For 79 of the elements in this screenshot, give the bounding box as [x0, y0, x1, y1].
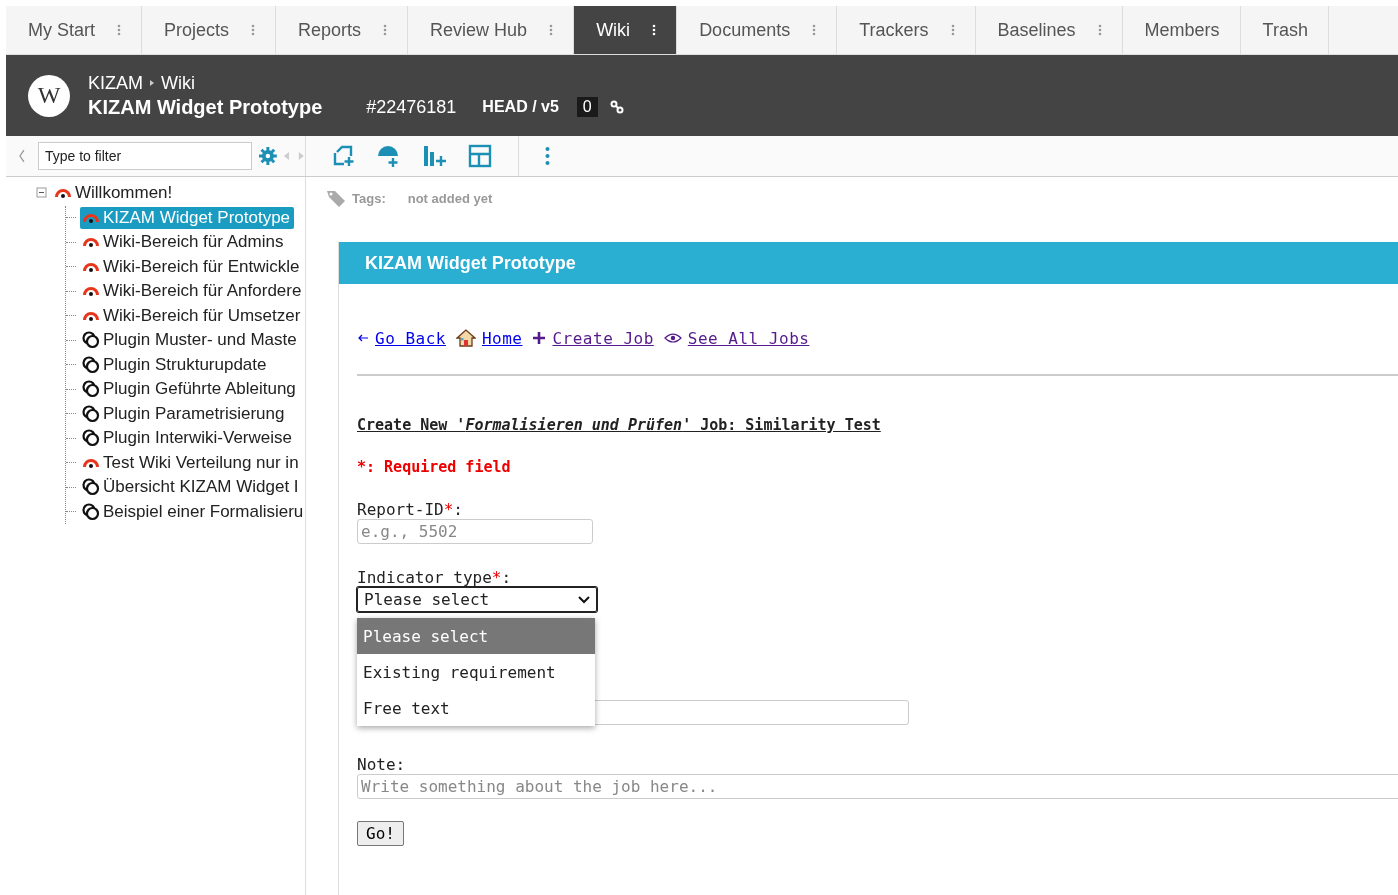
count-badge: 0: [576, 97, 598, 117]
nav-link[interactable]: Home: [455, 328, 523, 348]
wiki-icon: [82, 456, 100, 469]
nav-tab[interactable]: Wiki: [574, 6, 678, 54]
tree-item[interactable]: Plugin Muster- und Maste: [80, 329, 301, 352]
item-id: #22476181: [366, 96, 457, 118]
tags-label: Tags:: [352, 190, 386, 206]
dropdown-option[interactable]: Please select: [357, 618, 595, 654]
tags-value: not added yet: [407, 190, 493, 206]
form-heading: Create New 'Formalisieren und Prüfen' Job: Similarity Test: [357, 416, 882, 434]
field-label: Report-ID*:: [357, 500, 463, 519]
nav-link[interactable]: Create Job: [532, 328, 654, 348]
eye-icon: [663, 332, 682, 344]
plugin-icon: [82, 404, 100, 423]
tree-item[interactable]: Plugin Interwiki-Verweise: [80, 427, 296, 450]
wiki-icon: [82, 285, 100, 298]
plugin-icon: [82, 502, 100, 521]
wiki-logo: W: [28, 74, 70, 117]
wiki-icon: [82, 260, 100, 273]
required-note: *: Required field: [357, 458, 512, 476]
collapse-icon[interactable]: [18, 149, 26, 163]
wiki-icon: [82, 211, 100, 224]
page-title: KIZAM Widget Prototype: [88, 95, 323, 119]
field-label: Indicator type*:: [357, 568, 512, 587]
plugin-icon: [82, 429, 100, 448]
indicator-select[interactable]: Please select: [357, 587, 597, 612]
tree-item[interactable]: Beispiel einer Formalisieru: [80, 500, 305, 523]
arrow-left-icon: [357, 333, 369, 343]
nav-link[interactable]: Go Back: [357, 328, 446, 348]
plugin-icon: [82, 355, 100, 374]
filter-field[interactable]: Type to filter: [37, 142, 252, 170]
tree-item[interactable]: Wiki-Bereich für Admins: [80, 231, 288, 254]
breadcrumb-link[interactable]: KIZAM: [88, 72, 143, 94]
tree-item[interactable]: Wiki-Bereich für Entwickle: [80, 255, 304, 278]
nav-tab[interactable]: My Start: [6, 6, 142, 54]
field-label: Note:: [357, 755, 406, 774]
tree-item[interactable]: Plugin Strukturupdate: [80, 353, 271, 376]
arrows-icon[interactable]: [283, 152, 305, 160]
plus-icon: [532, 331, 547, 345]
add-page-icon[interactable]: [332, 144, 356, 168]
kebab-icon[interactable]: [652, 24, 657, 36]
nav-tab[interactable]: Baselines: [975, 6, 1123, 54]
tree-item[interactable]: Wiki-Bereich für Umsetzer: [80, 304, 305, 327]
report-id-field[interactable]: e.g., 5502: [357, 519, 593, 544]
go-button[interactable]: Go!: [357, 821, 404, 846]
columns-add-icon[interactable]: [422, 144, 448, 168]
tree-item[interactable]: Wiki-Bereich für Anfordere: [80, 280, 305, 303]
nav-tab[interactable]: Reports: [276, 6, 409, 54]
nav-tab[interactable]: Documents: [677, 6, 838, 54]
tree-item[interactable]: Übersicht KIZAM Widget I: [80, 476, 303, 499]
dropdown-option[interactable]: Existing requirement: [357, 654, 595, 690]
tree-toggle-icon[interactable]: [36, 187, 48, 200]
nav-tab[interactable]: Trash: [1240, 6, 1329, 54]
tree-item[interactable]: Willkommen!: [52, 182, 177, 205]
layout-icon[interactable]: [468, 144, 492, 168]
panel-title: KIZAM Widget Prototype: [365, 252, 576, 274]
note-field[interactable]: Write something about the job here...: [357, 774, 1398, 799]
nav-tab[interactable]: Members: [1122, 6, 1241, 54]
tree-item[interactable]: Test Wiki Verteilung nur in: [80, 451, 303, 474]
chevron-icon: [149, 79, 155, 87]
nav-tab[interactable]: Trackers: [837, 6, 976, 54]
breadcrumb-link[interactable]: Wiki: [161, 72, 195, 94]
nav-tab[interactable]: Projects: [142, 6, 277, 54]
wiki-icon: [54, 187, 72, 200]
link-icon[interactable]: [609, 100, 624, 114]
version-label[interactable]: HEAD / v5: [482, 98, 559, 116]
dropdown-option[interactable]: Free text: [357, 690, 595, 726]
tag-icon: [326, 189, 346, 207]
tree-item[interactable]: Plugin Parametrisierung: [80, 402, 289, 425]
wiki-icon: [82, 236, 100, 249]
plugin-icon: [82, 478, 100, 497]
tree-item[interactable]: Plugin Geführte Ableitung: [80, 378, 300, 401]
settings-icon[interactable]: [257, 146, 278, 166]
nav-link[interactable]: See All Jobs: [663, 328, 810, 348]
chevron-down-icon: [578, 595, 590, 604]
house-icon: [455, 328, 476, 348]
plugin-icon: [82, 331, 100, 350]
wiki-icon: [82, 309, 100, 322]
plugin-icon: [82, 380, 100, 399]
